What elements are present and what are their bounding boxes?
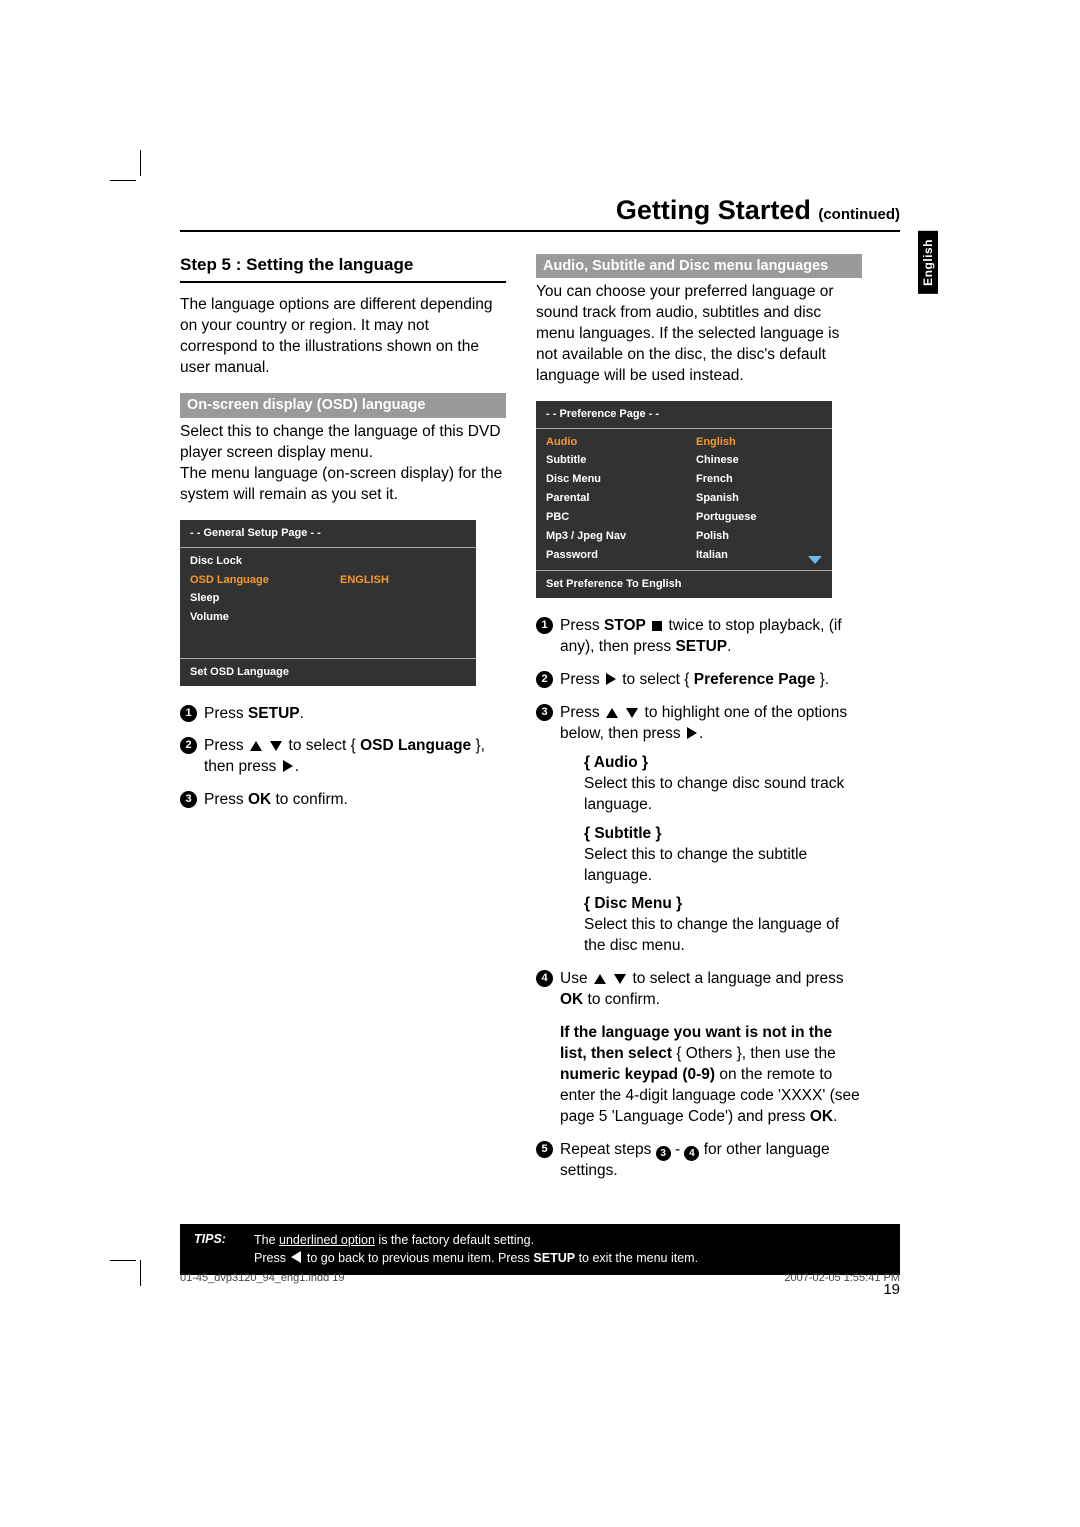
more-arrow-icon — [808, 556, 822, 564]
osd-footer: Set Preference To English — [536, 570, 832, 598]
right-steps: 1 Press STOP twice to stop playback, (if… — [536, 616, 862, 1182]
ref-bullet-3: 3 — [656, 1146, 671, 1161]
step-1: 1 Press SETUP. — [180, 704, 506, 725]
tips-body: The underlined option is the factory def… — [254, 1232, 886, 1267]
bullet-3: 3 — [180, 791, 197, 808]
general-setup-osd: - - General Setup Page - - Disc LockOSD … — [180, 520, 476, 686]
down-icon — [270, 741, 282, 751]
right-icon — [606, 673, 616, 685]
language-tab: English — [918, 231, 938, 294]
right-icon — [283, 760, 293, 772]
footer-left: 01-45_dvp3120_94_eng1.indd 19 — [180, 1272, 345, 1284]
osd-row: AudioEnglish — [546, 433, 822, 452]
osd-row: SubtitleChinese — [546, 451, 822, 470]
step-4: 4 Use to select a language and press OK … — [536, 969, 862, 1127]
step-2: 2 Press to select { OSD Language }, then… — [180, 736, 506, 778]
osd-row: PBCPortuguese — [546, 508, 822, 527]
right-icon — [687, 727, 697, 739]
osd-row: Disc MenuFrench — [546, 470, 822, 489]
tips-label: TIPS: — [194, 1232, 254, 1267]
bullet-1: 1 — [180, 705, 197, 722]
osd-row: Mp3 / Jpeg NavPolish — [546, 527, 822, 546]
manual-page: Getting Started (continued) English Step… — [180, 195, 900, 1298]
osd-row: ParentalSpanish — [546, 489, 822, 508]
osd-title: - - Preference Page - - — [536, 401, 832, 429]
down-icon — [626, 708, 638, 718]
option-audio: { Audio }Select this to change disc soun… — [584, 753, 862, 816]
option-subtitle: { Subtitle }Select this to change the su… — [584, 824, 862, 887]
audio-intro: You can choose your preferred language o… — [536, 282, 862, 387]
osd-body: AudioEnglishSubtitleChineseDisc MenuFren… — [536, 429, 832, 571]
footer-right: 2007-02-05 1:55:41 PM — [784, 1272, 900, 1284]
osd-subhead: On-screen display (OSD) language — [180, 393, 506, 419]
note: If the language you want is not in the l… — [560, 1023, 862, 1128]
down-icon — [614, 974, 626, 984]
audio-subhead: Audio, Subtitle and Disc menu languages — [536, 254, 862, 278]
tips-box: TIPS: The underlined option is the facto… — [180, 1224, 900, 1275]
osd-subtext: Select this to change the language of th… — [180, 422, 506, 506]
bullet-2: 2 — [180, 737, 197, 754]
page-title: Getting Started (continued) — [180, 195, 900, 232]
up-icon — [594, 974, 606, 984]
step-2: 2 Press to select { Preference Page }. — [536, 670, 862, 691]
osd-row: Volume — [190, 608, 466, 627]
osd-row: OSD LanguageENGLISH — [190, 571, 466, 590]
up-icon — [250, 741, 262, 751]
step-1: 1 Press STOP twice to stop playback, (if… — [536, 616, 862, 658]
osd-row: Disc Lock — [190, 552, 466, 571]
preference-osd: - - Preference Page - - AudioEnglishSubt… — [536, 401, 832, 599]
osd-title: - - General Setup Page - - — [180, 520, 476, 548]
osd-body: Disc LockOSD LanguageENGLISHSleepVolume — [180, 548, 476, 658]
title-suffix: (continued) — [818, 206, 900, 223]
title-main: Getting Started — [616, 195, 811, 225]
intro-text: The language options are different depen… — [180, 295, 506, 379]
ref-bullet-4: 4 — [684, 1146, 699, 1161]
left-icon — [291, 1251, 301, 1263]
step-5: 5 Repeat steps 3 - 4 for other language … — [536, 1140, 862, 1182]
stop-icon — [652, 621, 662, 631]
osd-footer: Set OSD Language — [180, 658, 476, 686]
right-column: Audio, Subtitle and Disc menu languages … — [536, 254, 862, 1194]
step-3: 3 Press OK to confirm. — [180, 790, 506, 811]
osd-row: PasswordItalian — [546, 546, 822, 565]
step-3: 3 Press to highlight one of the options … — [536, 703, 862, 957]
left-column: Step 5 : Setting the language The langua… — [180, 254, 506, 1194]
option-discmenu: { Disc Menu }Select this to change the l… — [584, 894, 862, 957]
osd-row: Sleep — [190, 589, 466, 608]
step-heading: Step 5 : Setting the language — [180, 254, 506, 283]
left-steps: 1 Press SETUP. 2 Press to select { OSD L… — [180, 704, 506, 812]
print-footer: 01-45_dvp3120_94_eng1.indd 19 2007-02-05… — [180, 1272, 900, 1284]
up-icon — [606, 708, 618, 718]
